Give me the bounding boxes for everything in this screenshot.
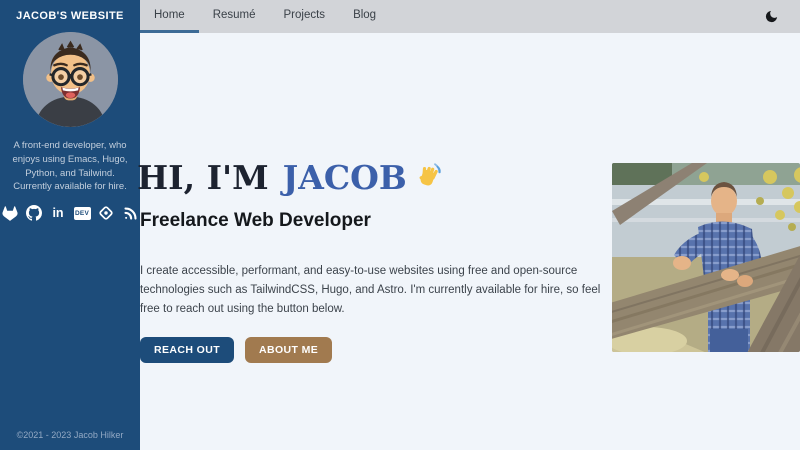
linkedin-icon-label: in (52, 206, 63, 220)
social-links: in DEV (2, 204, 139, 222)
gitlab-icon[interactable] (2, 204, 19, 222)
dark-mode-toggle[interactable] (754, 0, 788, 33)
linkedin-icon[interactable]: in (50, 204, 67, 222)
github-icon[interactable] (26, 204, 43, 222)
nav-item-blog[interactable]: Blog (339, 0, 390, 33)
hero-title: HI, I'M JACOB (137, 161, 610, 194)
wave-emoji-icon (413, 161, 443, 191)
dev-to-icon[interactable]: DEV (74, 204, 91, 222)
hero-subtitle: Freelance Web Developer (140, 210, 610, 232)
moon-icon (764, 9, 779, 24)
nav-item-projects[interactable]: Projects (270, 0, 340, 33)
hero-greeting: HI, I'M (137, 161, 269, 194)
hero-buttons: REACH OUT ABOUT ME (140, 337, 610, 363)
copyright: ©2021 - 2023 Jacob Hilker (17, 430, 124, 444)
nav-item-home[interactable]: Home (140, 0, 199, 33)
reach-out-button[interactable]: REACH OUT (140, 337, 234, 363)
nav-spacer (390, 0, 754, 33)
hero-description: I create accessible, performant, and eas… (140, 262, 605, 319)
profile-photo (612, 163, 800, 352)
hero-section: HI, I'M JACOB Freelance Web Developer I … (140, 33, 610, 363)
avatar-illustration (23, 32, 118, 127)
hero-name: JACOB (283, 161, 407, 194)
top-nav: Home Resumé Projects Blog (140, 0, 800, 33)
avatar (23, 32, 118, 127)
fediverse-icon[interactable] (98, 204, 115, 222)
nav-item-resume[interactable]: Resumé (199, 0, 270, 33)
sidebar: JACOB'S WEBSITE (0, 0, 140, 450)
dev-to-icon-label: DEV (74, 207, 91, 220)
rss-icon[interactable] (122, 204, 139, 222)
site-title: JACOB'S WEBSITE (16, 10, 124, 22)
about-me-button[interactable]: ABOUT ME (245, 337, 332, 363)
sidebar-bio: A front-end developer, who enjoys using … (10, 139, 130, 194)
